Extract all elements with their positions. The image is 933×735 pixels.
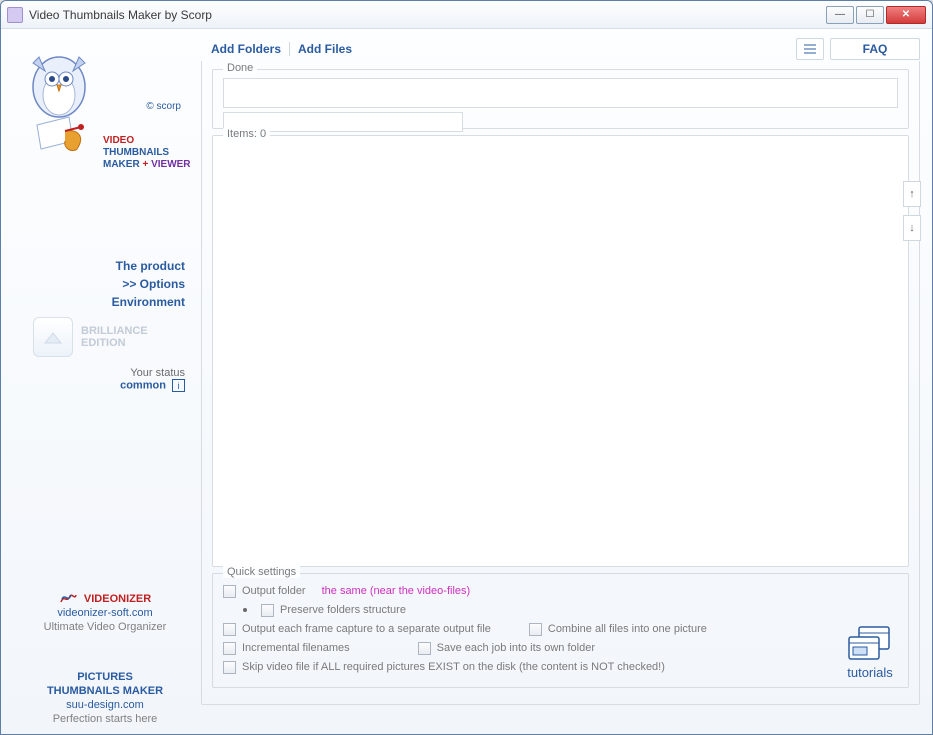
maximize-button[interactable]: ☐	[856, 6, 884, 24]
minimize-button[interactable]: —	[826, 6, 854, 24]
promo-videonizer: VIDEONIZER videonizer-soft.com Ultimate …	[15, 592, 195, 634]
app-window: Video Thumbnails Maker by Scorp — ☐ ✕	[0, 0, 933, 735]
sidebar: © scorp VIDEO THUMBNAILS MAKER + VIEWER …	[13, 39, 201, 722]
skip-label[interactable]: Skip video file if ALL required pictures…	[242, 661, 665, 673]
output-folder-label[interactable]: Output folder	[242, 585, 306, 597]
copyright-text: © scorp	[146, 101, 181, 112]
done-group: Done	[212, 69, 909, 129]
edition-label: BRILLIANCE EDITION	[81, 325, 148, 349]
separate-output-label[interactable]: Output each frame capture to a separate …	[242, 623, 491, 635]
move-down-button[interactable]: ↓	[903, 215, 921, 241]
main-area: Add Folders Add Files FAQ Done Items: 0	[201, 39, 920, 722]
videonizer-link[interactable]: videonizer-soft.com	[15, 606, 195, 620]
add-folders-link[interactable]: Add Folders	[211, 42, 281, 56]
done-legend: Done	[223, 62, 257, 74]
move-up-button[interactable]: ↑	[903, 181, 921, 207]
faq-button[interactable]: FAQ	[830, 38, 920, 60]
combine-checkbox[interactable]	[529, 623, 542, 636]
promo-section: VIDEONIZER videonizer-soft.com Ultimate …	[15, 592, 195, 726]
preserve-folders-checkbox[interactable]	[261, 604, 274, 617]
tutorials-label: tutorials	[843, 665, 897, 680]
output-folder-checkbox[interactable]	[223, 585, 236, 598]
videonizer-icon	[59, 592, 77, 606]
edition-icon	[33, 317, 73, 357]
edition-box[interactable]: BRILLIANCE EDITION	[15, 317, 195, 357]
preserve-folders-label[interactable]: Preserve folders structure	[280, 604, 406, 616]
quick-legend: Quick settings	[223, 566, 300, 578]
status-label: Your status	[15, 367, 185, 379]
own-folder-checkbox[interactable]	[418, 642, 431, 655]
info-icon[interactable]: i	[172, 379, 185, 392]
items-legend: Items: 0	[223, 128, 270, 140]
reorder-buttons: ↑ ↓	[903, 181, 921, 241]
list-view-icon[interactable]	[796, 38, 824, 60]
client-area: © scorp VIDEO THUMBNAILS MAKER + VIEWER …	[1, 29, 932, 734]
window-controls: — ☐ ✕	[826, 6, 926, 24]
app-icon	[7, 7, 23, 23]
status-block: Your status common i	[15, 367, 195, 392]
titlebar[interactable]: Video Thumbnails Maker by Scorp — ☐ ✕	[1, 1, 932, 29]
incremental-checkbox[interactable]	[223, 642, 236, 655]
nav-environment[interactable]: Environment	[15, 293, 185, 311]
divider	[289, 42, 290, 56]
window-title: Video Thumbnails Maker by Scorp	[29, 8, 826, 22]
tutorials-icon	[843, 623, 897, 663]
done-list[interactable]	[223, 78, 898, 108]
quick-settings-group: Quick settings Output folder the same (n…	[212, 573, 909, 688]
nav-links: The product >> Options Environment	[15, 257, 195, 311]
status-value: common	[120, 379, 166, 391]
nav-product[interactable]: The product	[15, 257, 185, 275]
app-name: VIDEO THUMBNAILS MAKER + VIEWER	[103, 135, 191, 171]
close-button[interactable]: ✕	[886, 6, 926, 24]
own-folder-label[interactable]: Save each job into its own folder	[437, 642, 595, 654]
skip-checkbox[interactable]	[223, 661, 236, 674]
owl-icon	[17, 45, 107, 165]
separate-output-checkbox[interactable]	[223, 623, 236, 636]
combine-label[interactable]: Combine all files into one picture	[548, 623, 707, 635]
bullet-icon	[243, 608, 247, 612]
nav-options[interactable]: >> Options	[15, 275, 185, 293]
items-group: Items: 0	[212, 135, 909, 567]
incremental-label[interactable]: Incremental filenames	[242, 642, 350, 654]
output-folder-value[interactable]: the same (near the video-files)	[322, 585, 471, 597]
promo-pictures: PICTURES THUMBNAILS MAKER suu-design.com…	[15, 670, 195, 726]
topbar: Add Folders Add Files FAQ	[201, 39, 920, 59]
suu-design-link[interactable]: suu-design.com	[15, 698, 195, 712]
logo-area: © scorp VIDEO THUMBNAILS MAKER + VIEWER	[15, 43, 195, 173]
tutorials-link[interactable]: tutorials	[843, 623, 897, 680]
add-files-link[interactable]: Add Files	[298, 42, 352, 56]
